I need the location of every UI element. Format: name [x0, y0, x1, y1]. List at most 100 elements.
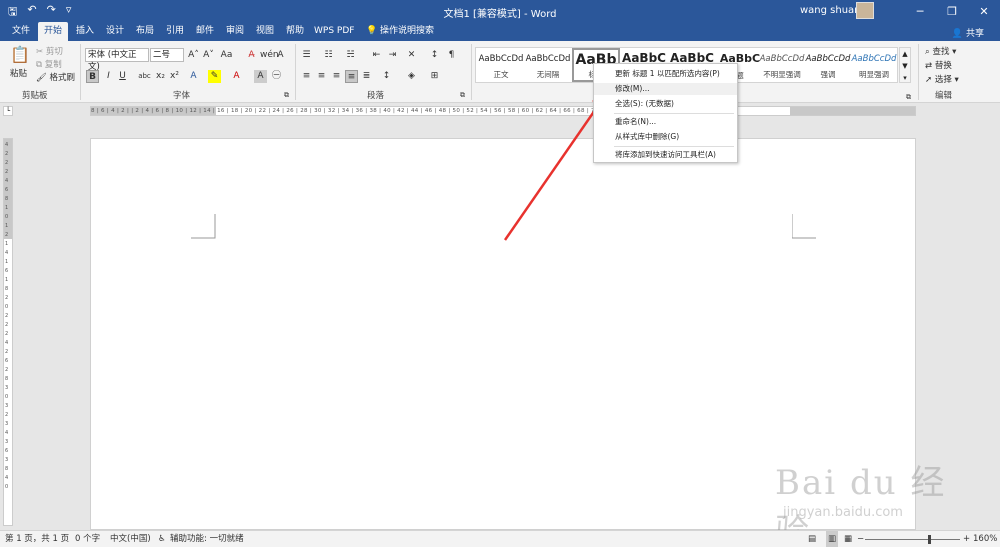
clear-format-icon[interactable]: A̶: [245, 49, 258, 62]
editing-group-label: 编辑: [935, 91, 953, 101]
accessibility-status[interactable]: 辅助功能: 一切就绪: [170, 531, 244, 547]
tab-file[interactable]: 文件: [6, 22, 36, 41]
gallery-scroll[interactable]: ▲ ▼ ▾: [899, 47, 911, 83]
select-button[interactable]: ➚ 选择 ▾: [925, 73, 959, 85]
borders-icon[interactable]: ⊞: [428, 70, 441, 83]
chinese-layout-icon[interactable]: ✕: [405, 49, 418, 62]
menu-add-to-quick-access[interactable]: 将库添加到快速访问工具栏(A): [594, 149, 737, 161]
enclose-char-icon[interactable]: ㊀: [270, 70, 283, 83]
distribute-icon[interactable]: ≣: [360, 70, 373, 83]
chevron-down-icon[interactable]: ▼: [900, 60, 910, 72]
menu-modify-style[interactable]: 修改(M)...: [594, 83, 737, 95]
decrease-indent-icon[interactable]: ⇤: [370, 49, 383, 62]
underline-button[interactable]: U: [116, 70, 129, 83]
zoom-out-icon[interactable]: −: [857, 531, 864, 547]
increase-indent-icon[interactable]: ⇥: [386, 49, 399, 62]
tab-design[interactable]: 设计: [100, 22, 130, 41]
strikethrough-button[interactable]: abc: [138, 70, 151, 83]
font-size-combo[interactable]: 二号: [150, 48, 184, 62]
zoom-in-icon[interactable]: +: [963, 531, 970, 547]
maximize-button[interactable]: ❐: [936, 0, 968, 22]
shrink-font-icon[interactable]: A˅: [202, 49, 215, 62]
language[interactable]: 中文(中国): [110, 531, 151, 547]
tab-layout[interactable]: 布局: [130, 22, 160, 41]
find-button[interactable]: ⌕ 查找 ▾: [925, 45, 956, 57]
word-count[interactable]: 0 个字: [75, 531, 100, 547]
line-spacing-icon[interactable]: ↕: [380, 70, 393, 83]
accessibility-icon: ♿: [158, 534, 166, 544]
style-no-spacing[interactable]: AaBbCcDd 无间隔: [524, 48, 572, 82]
font-name-combo[interactable]: 宋体 (中文正文): [85, 48, 149, 72]
format-painter-button[interactable]: 🖌 格式刷: [36, 71, 75, 83]
font-color-icon[interactable]: A: [230, 70, 243, 83]
bullets-icon[interactable]: ☰: [300, 49, 313, 62]
read-mode-icon[interactable]: ▤: [808, 531, 816, 547]
tab-help[interactable]: 帮助: [280, 22, 310, 41]
tab-mailings[interactable]: 邮件: [190, 22, 220, 41]
horizontal-ruler[interactable]: 8 | 6 | 4 | 2 | | 2 | 4 | 6 | 8 | 10 | 1…: [90, 106, 916, 116]
divider: [614, 113, 734, 114]
text-effects-icon[interactable]: A: [187, 70, 200, 83]
char-shading-icon[interactable]: A: [254, 70, 267, 83]
menu-remove-from-gallery[interactable]: 从样式库中删除(G): [594, 131, 737, 143]
subscript-button[interactable]: x₂: [154, 70, 167, 83]
highlight-icon[interactable]: ✎: [208, 70, 221, 83]
zoom-slider[interactable]: [865, 539, 960, 540]
tab-review[interactable]: 审阅: [220, 22, 250, 41]
change-case-icon[interactable]: Aa: [220, 49, 233, 62]
avatar[interactable]: [856, 2, 874, 19]
print-layout-icon[interactable]: ▥: [826, 531, 839, 547]
clipboard-icon[interactable]: 📋: [10, 45, 30, 64]
multilevel-icon[interactable]: ☵: [344, 49, 357, 62]
phonetic-icon[interactable]: wén: [260, 49, 279, 62]
justify-icon[interactable]: ≡: [345, 70, 358, 83]
scissors-icon: ✂: [36, 47, 44, 57]
share-button[interactable]: 👤 共享: [952, 26, 984, 39]
tab-wps-pdf[interactable]: WPS PDF: [308, 22, 360, 41]
grow-font-icon[interactable]: A˄: [187, 49, 200, 62]
style-normal[interactable]: AaBbCcDd 正文: [477, 48, 525, 82]
copy-icon: ⧉: [36, 60, 43, 70]
menu-select-all[interactable]: 全选(S): (无数据): [594, 98, 737, 110]
cut-button[interactable]: ✂ 剪切: [36, 45, 63, 57]
minimize-button[interactable]: ─: [904, 0, 936, 22]
gallery-more-icon[interactable]: ▾: [900, 72, 910, 84]
styles-dialog-launcher[interactable]: ⧉: [906, 93, 911, 102]
chevron-up-icon[interactable]: ▲: [900, 48, 910, 60]
menu-update-style[interactable]: 更新 标题 1 以匹配所选内容(P): [594, 68, 737, 80]
select-label: 选择: [934, 75, 952, 85]
show-marks-icon[interactable]: ¶: [445, 49, 458, 62]
style-subtle-emphasis[interactable]: AaBbCcDd 不明显强调: [758, 48, 806, 82]
style-intense-emphasis[interactable]: AaBbCcDd 明显强调: [850, 48, 898, 82]
numbering-icon[interactable]: ☷: [322, 49, 335, 62]
superscript-button[interactable]: x²: [168, 70, 181, 83]
tab-view[interactable]: 视图: [250, 22, 280, 41]
italic-button[interactable]: I: [102, 70, 115, 83]
paragraph-dialog-launcher[interactable]: ⧉: [460, 91, 465, 100]
shading-icon[interactable]: ◈: [405, 70, 418, 83]
font-dialog-launcher[interactable]: ⧉: [284, 91, 289, 100]
replace-button[interactable]: ⇄ 替换: [925, 59, 952, 71]
align-center-icon[interactable]: ≡: [315, 70, 328, 83]
align-right-icon[interactable]: ≡: [330, 70, 343, 83]
sort-icon[interactable]: ↕: [428, 49, 441, 62]
zoom-slider-thumb[interactable]: [928, 535, 931, 544]
divider: [295, 44, 296, 100]
web-layout-icon[interactable]: ▦: [844, 531, 852, 547]
tab-insert[interactable]: 插入: [70, 22, 100, 41]
zoom-level[interactable]: 160%: [973, 531, 997, 547]
tab-references[interactable]: 引用: [160, 22, 190, 41]
tell-me-search[interactable]: 操作说明搜索: [374, 22, 440, 41]
vertical-ruler[interactable]: 4 2 2 2 4 6 8 10 12 14 16 18 20 22 24 26…: [3, 138, 13, 526]
close-button[interactable]: ✕: [968, 0, 1000, 22]
page-count[interactable]: 第 1 页，共 1 页: [5, 531, 69, 547]
menu-rename[interactable]: 重命名(N)...: [594, 116, 737, 128]
copy-button[interactable]: ⧉ 复制: [36, 58, 62, 70]
align-left-icon[interactable]: ≡: [300, 70, 313, 83]
paste-button[interactable]: 粘贴: [10, 67, 27, 79]
char-border-icon[interactable]: A: [274, 49, 287, 62]
tab-selector[interactable]: └: [3, 106, 13, 116]
style-emphasis[interactable]: AaBbCcDd 强调: [804, 48, 852, 82]
tab-home[interactable]: 开始: [38, 22, 69, 41]
bold-button[interactable]: B: [86, 70, 99, 83]
